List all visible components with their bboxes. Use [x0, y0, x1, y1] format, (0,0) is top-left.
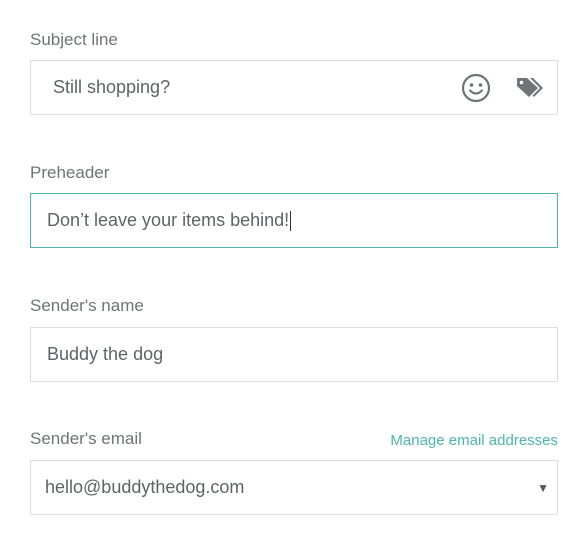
- preheader-input[interactable]: Don’t leave your items behind!: [47, 194, 292, 247]
- sender-name-input[interactable]: Buddy the dog: [47, 328, 163, 381]
- sender-email-selected-value: hello@buddythedog.com: [45, 477, 245, 497]
- tags-icon[interactable]: [515, 75, 545, 101]
- preheader-value: Don’t leave your items behind!: [47, 210, 290, 230]
- sender-email-label: Sender's email: [30, 429, 142, 448]
- manage-email-addresses-link[interactable]: Manage email addresses: [390, 431, 558, 451]
- sender-name-label: Sender's name: [30, 296, 144, 315]
- subject-line-field[interactable]: Still shopping?: [30, 60, 558, 115]
- smiley-icon[interactable]: [461, 73, 491, 103]
- sender-email-select[interactable]: hello@buddythedog.com ▼: [30, 460, 558, 515]
- subject-line-input[interactable]: Still shopping?: [53, 61, 170, 114]
- sender-name-field[interactable]: Buddy the dog: [30, 327, 558, 382]
- preheader-label: Preheader: [30, 163, 110, 182]
- text-caret: [290, 210, 292, 231]
- preheader-field[interactable]: Don’t leave your items behind!: [30, 193, 558, 248]
- subject-line-label: Subject line: [30, 30, 118, 49]
- dropdown-arrow-icon[interactable]: ▼: [537, 481, 549, 495]
